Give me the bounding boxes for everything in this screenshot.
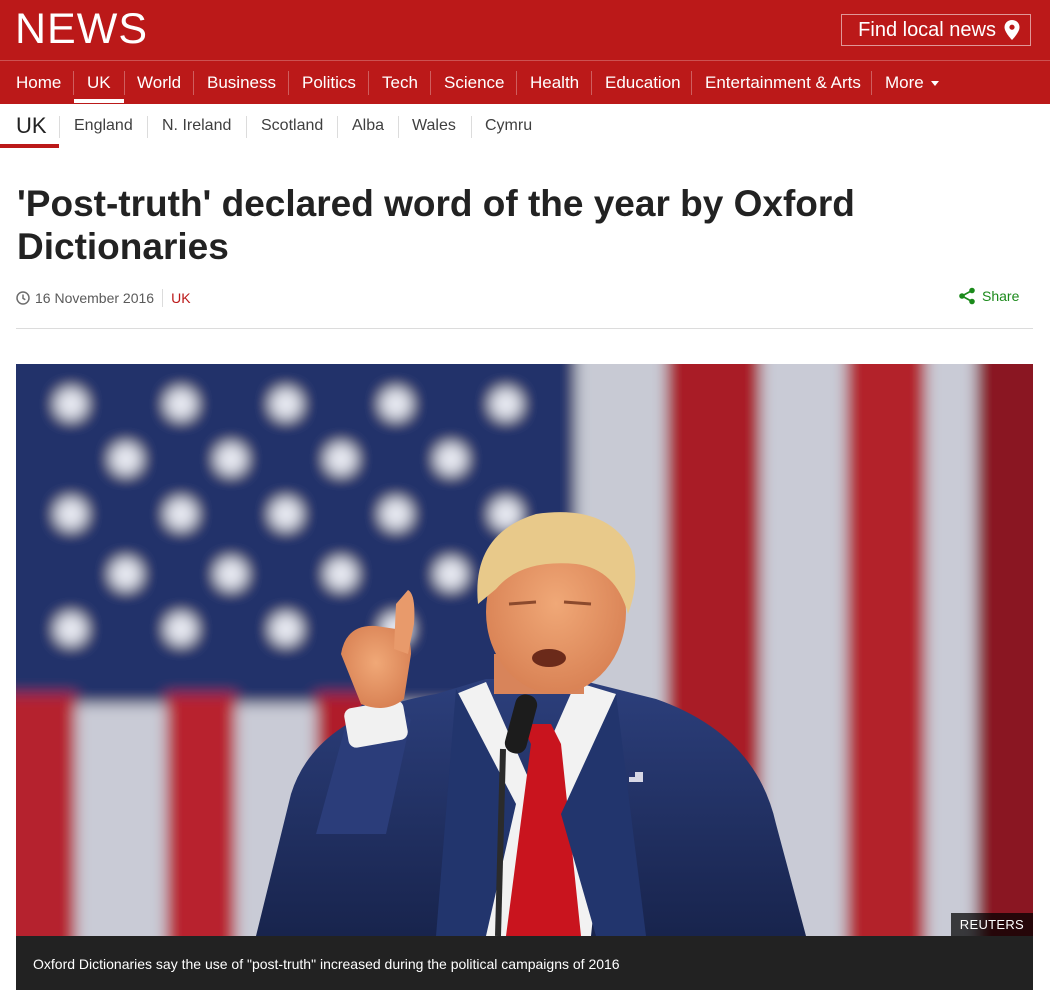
divider	[16, 328, 1033, 329]
article-section-link[interactable]: UK	[171, 290, 190, 306]
article-date: 16 November 2016	[35, 290, 155, 306]
photo-caption: Oxford Dictionaries say the use of "post…	[16, 936, 1033, 990]
nav-more-label: More	[885, 72, 924, 92]
share-label: Share	[982, 288, 1020, 304]
subnav-item-cymru[interactable]: Cymru	[485, 104, 532, 148]
photo-illustration	[16, 364, 1033, 936]
subnav-active-indicator	[0, 144, 59, 148]
article-headline: 'Post-truth' declared word of the year b…	[17, 183, 855, 267]
main-nav: Home UK World Business Politics Tech Sci…	[0, 60, 1050, 104]
subnav-item-alba[interactable]: Alba	[352, 104, 384, 148]
nav-item-science[interactable]: Science	[444, 61, 504, 104]
share-icon	[959, 287, 975, 305]
nav-item-tech[interactable]: Tech	[382, 61, 418, 104]
subnav-section-uk[interactable]: UK	[16, 104, 47, 148]
subnav-item-england[interactable]: England	[74, 104, 133, 148]
find-local-news-button[interactable]: Find local news	[841, 14, 1031, 46]
nav-item-entertainment-arts[interactable]: Entertainment & Arts	[705, 61, 861, 104]
nav-item-home[interactable]: Home	[16, 61, 61, 104]
subnav-item-wales[interactable]: Wales	[412, 104, 456, 148]
subnav-item-scotland[interactable]: Scotland	[261, 104, 323, 148]
article-meta: 16 November 2016 UK	[16, 288, 191, 308]
share-button[interactable]: Share	[958, 286, 1019, 306]
nav-item-uk[interactable]: UK	[87, 61, 111, 104]
nav-item-business[interactable]: Business	[207, 61, 276, 104]
nav-item-health[interactable]: Health	[530, 61, 579, 104]
nav-item-more[interactable]: More	[885, 61, 939, 104]
article-photo	[16, 364, 1033, 936]
clock-icon	[16, 291, 30, 305]
nav-active-indicator	[74, 99, 124, 103]
news-logo[interactable]: NEWS	[15, 5, 148, 53]
sub-nav: UK England N. Ireland Scotland Alba Wale…	[0, 104, 1050, 148]
chevron-down-icon	[930, 81, 939, 86]
subnav-item-n-ireland[interactable]: N. Ireland	[162, 104, 231, 148]
nav-item-education[interactable]: Education	[605, 61, 681, 104]
photo-credit: REUTERS	[950, 913, 1033, 936]
location-pin-icon	[1004, 20, 1020, 40]
article-figure: REUTERS Oxford Dictionaries say the use …	[16, 364, 1033, 990]
site-header: NEWS Find local news	[0, 0, 1050, 60]
nav-item-world[interactable]: World	[137, 61, 181, 104]
nav-item-politics[interactable]: Politics	[302, 61, 356, 104]
find-local-news-label: Find local news	[858, 18, 996, 41]
